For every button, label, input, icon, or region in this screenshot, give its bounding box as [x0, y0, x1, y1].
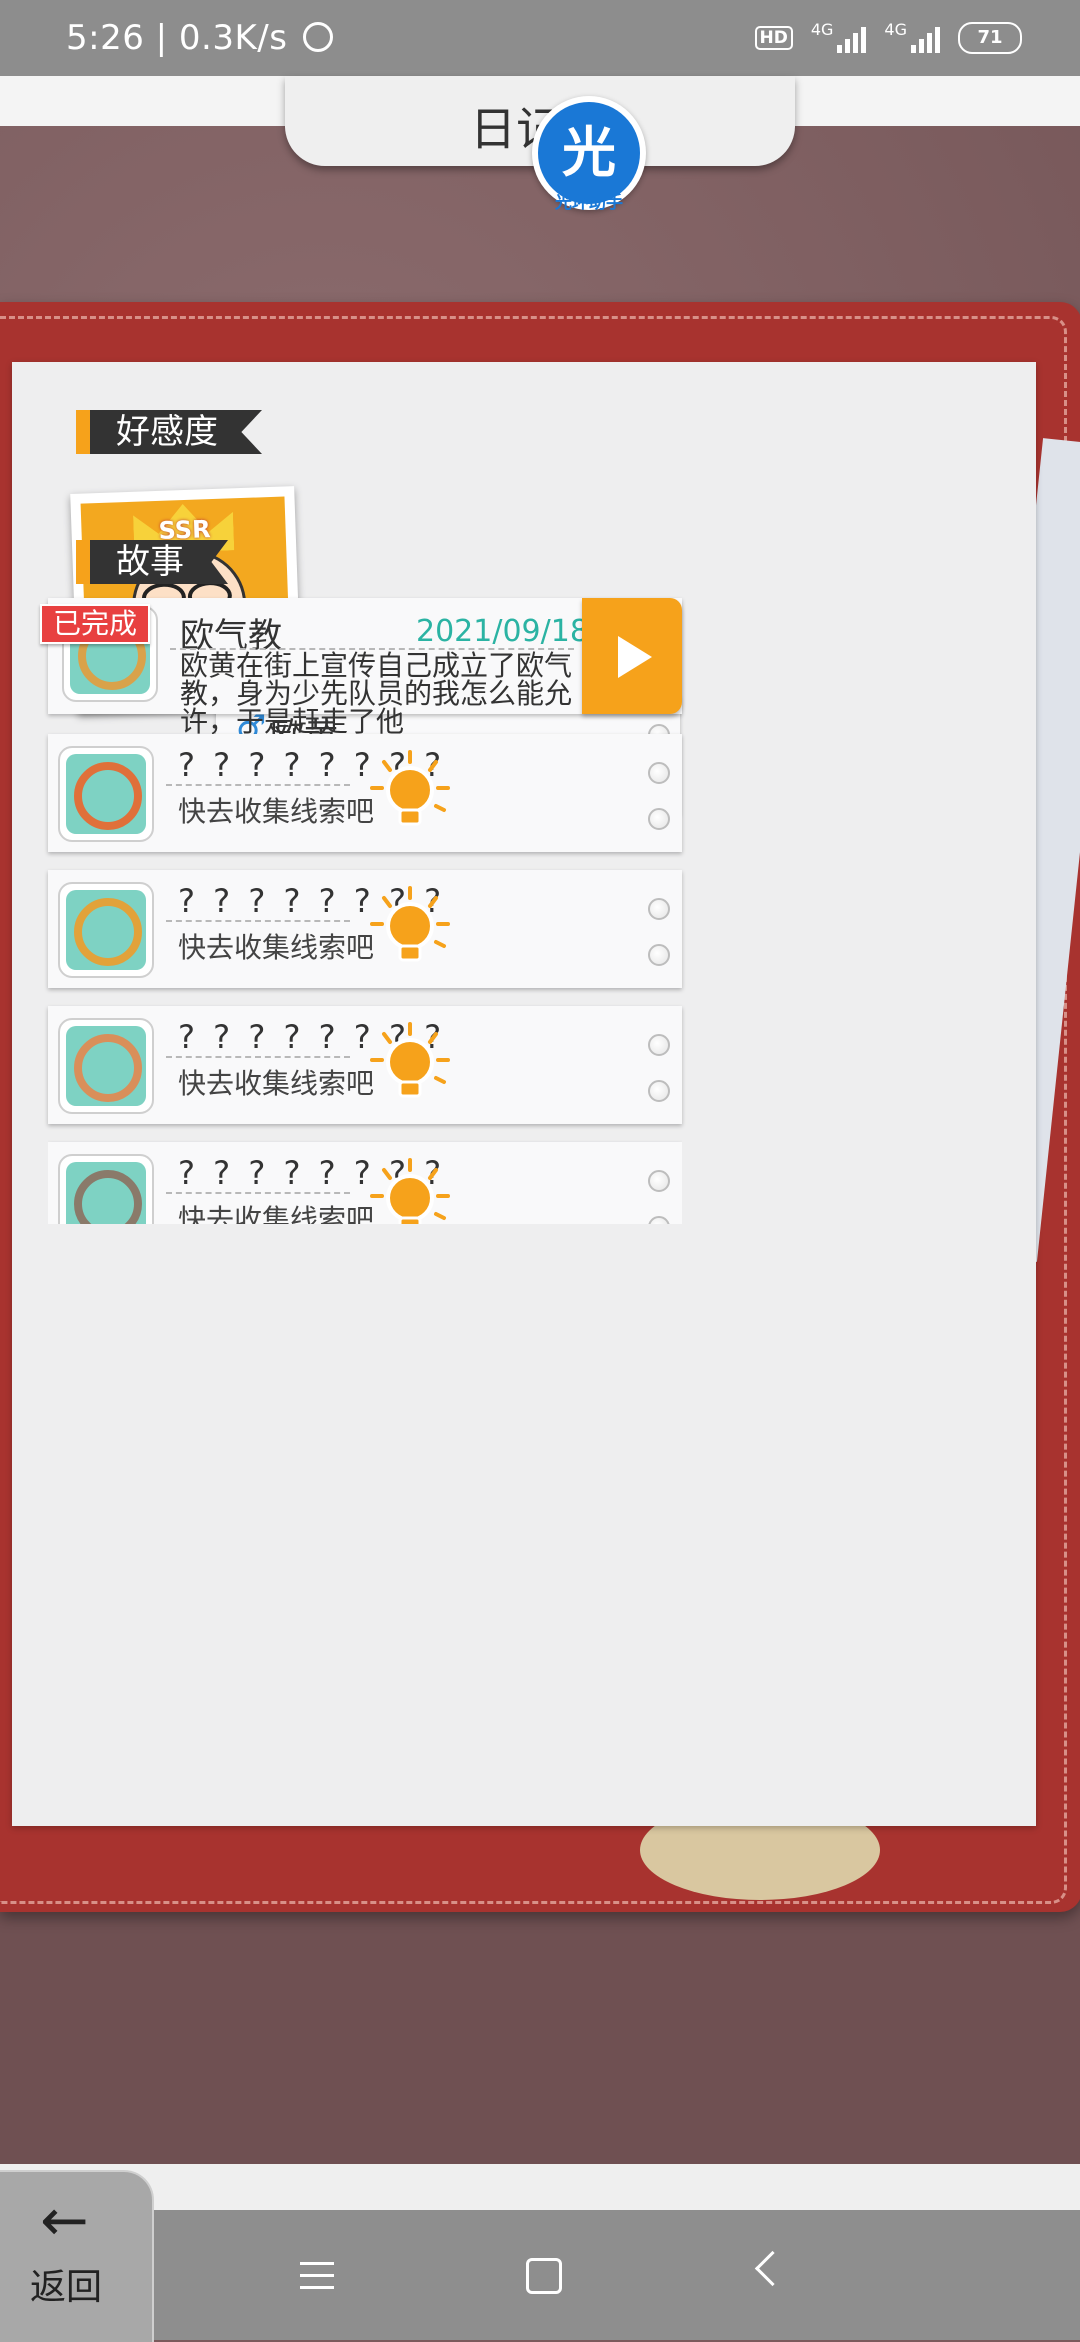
story-hint: 快去收集线索吧 — [178, 795, 375, 828]
binder-ring-icon — [648, 1080, 670, 1102]
lightbulb-icon — [370, 1022, 450, 1098]
story-row-clip: ? ? ? ? ? ? ? ? 快去收集线索吧 — [48, 1140, 682, 1224]
thumbnail-image — [66, 1162, 146, 1224]
lightbulb-icon — [370, 886, 450, 962]
binder-ring-icon — [648, 1170, 670, 1192]
lightbulb-icon — [370, 1158, 450, 1224]
story-row-locked[interactable]: ? ? ? ? ? ? ? ? 快去收集线索吧 — [48, 1142, 682, 1224]
completed-badge: 已完成 — [40, 604, 150, 644]
play-story-button[interactable] — [582, 598, 682, 714]
signal-icon-1 — [837, 23, 867, 53]
binder-ring-icon — [648, 1216, 670, 1224]
watermark-logo: 光 光环助手 — [532, 96, 646, 213]
net-label-1: 4G — [810, 19, 834, 39]
back-arrow-icon: ← — [40, 2186, 89, 2254]
story-date: 2021/09/18 — [416, 614, 589, 649]
story-thumbnail — [58, 882, 154, 978]
bottom-strip — [0, 2164, 1080, 2210]
net-label-2: 4G — [884, 19, 907, 39]
alarm-clock-icon — [302, 22, 333, 52]
status-bar: 5:26 | 0.3K/s HD 4G 4G 71 — [0, 0, 1080, 76]
binder-ring-icon — [648, 1034, 670, 1056]
ring-frame-icon — [74, 762, 142, 830]
ring-frame-icon — [74, 1170, 142, 1224]
divider — [166, 920, 350, 922]
status-icons: HD 4G 4G 71 — [754, 19, 1022, 54]
ring-frame-icon — [74, 898, 142, 966]
binder-ring-icon — [648, 898, 670, 920]
thumbnail-image — [66, 754, 146, 834]
back-button[interactable]: ← 返回 — [0, 2170, 154, 2342]
ring-frame-icon — [74, 1034, 142, 1102]
thumbnail-image — [66, 890, 146, 970]
signal-icon-2 — [911, 23, 940, 53]
story-hint: 快去收集线索吧 — [178, 1203, 375, 1224]
battery-icon: 71 — [958, 22, 1022, 54]
story-label: 故事 — [90, 540, 228, 584]
home-icon[interactable] — [526, 2258, 562, 2294]
divider — [166, 784, 350, 786]
affinity-label: 好感度 — [90, 410, 262, 454]
story-row-locked[interactable]: ? ? ? ? ? ? ? ? 快去收集线索吧 — [48, 734, 682, 852]
thumbnail-image — [66, 1026, 146, 1106]
binder-ring-icon — [648, 762, 670, 784]
section-accent — [76, 540, 90, 584]
divider — [166, 1056, 350, 1058]
play-icon — [618, 636, 652, 678]
story-hint: 快去收集线索吧 — [178, 1067, 375, 1100]
watermark-text: 光环助手 — [555, 193, 623, 213]
lightbulb-icon — [370, 750, 450, 826]
divider — [166, 1192, 350, 1194]
back-label: 返回 — [30, 2267, 103, 2308]
story-description: 欧黄在街上宣传自己成立了欧气教，身为少先队员的我怎么能允许，于是赶走了他 — [180, 649, 573, 738]
binder-ring-icon — [648, 808, 670, 830]
story-thumbnail — [58, 746, 154, 842]
binder-ring-icon — [648, 944, 670, 966]
story-row-locked[interactable]: ? ? ? ? ? ? ? ? 快去收集线索吧 — [48, 870, 682, 988]
menu-icon[interactable] — [300, 2262, 334, 2298]
watermark-glyph: 光 — [562, 121, 616, 184]
story-row-locked[interactable]: ? ? ? ? ? ? ? ? 快去收集线索吧 — [48, 1006, 682, 1124]
hd-badge: HD — [754, 26, 793, 50]
story-thumbnail — [58, 1018, 154, 1114]
status-time: 5:26 | 0.3K/s — [66, 18, 333, 58]
affinity-header: 好感度 — [76, 410, 262, 454]
section-accent — [76, 410, 90, 454]
story-hint: 快去收集线索吧 — [178, 931, 375, 964]
story-section-header: 故事 — [76, 540, 228, 584]
story-thumbnail — [58, 1154, 154, 1224]
